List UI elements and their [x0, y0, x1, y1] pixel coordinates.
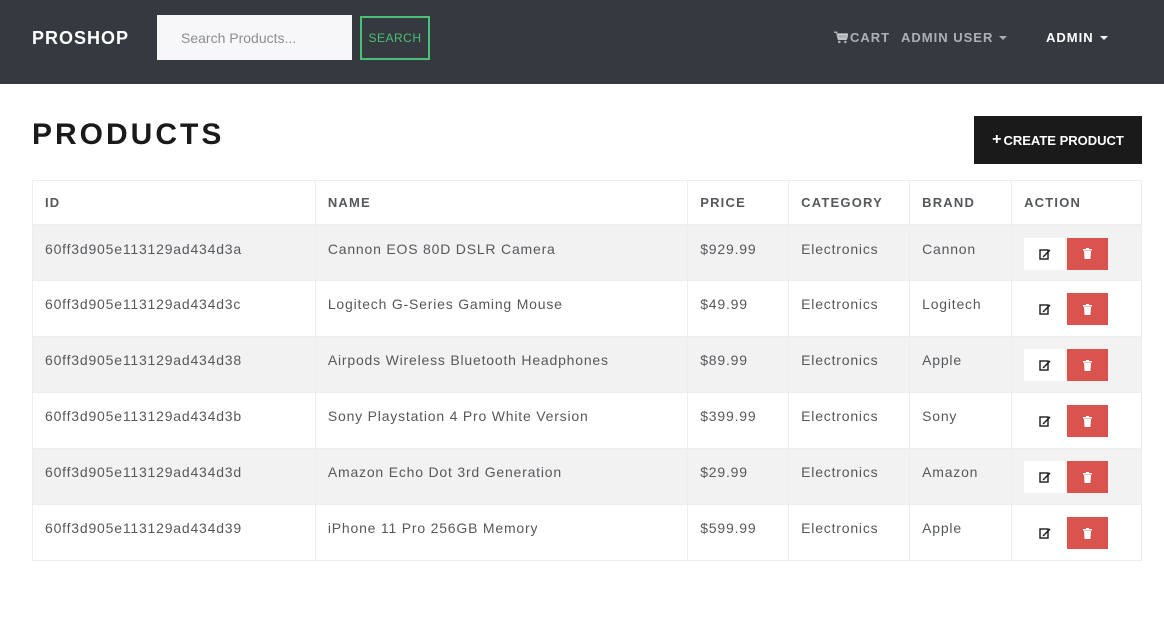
- cell-name: Cannon EOS 80D DSLR Camera: [314, 224, 689, 281]
- user-menu-dropdown[interactable]: ADMIN USER: [901, 30, 1008, 45]
- nav-cart-link[interactable]: CART: [834, 30, 890, 45]
- trash-icon: [1083, 471, 1093, 483]
- cell-category: Electronics: [788, 448, 911, 505]
- column-header-price: PRICE: [687, 180, 790, 226]
- table-row: 60ff3d905e113129ad434d3b Sony Playstation…: [32, 392, 1142, 449]
- cell-brand: Sony: [909, 392, 1013, 449]
- column-header-id: ID: [32, 180, 316, 226]
- delete-product-button[interactable]: [1067, 237, 1109, 270]
- cell-name: Sony Playstation 4 Pro White Version: [314, 392, 689, 449]
- column-header-name: NAME: [314, 180, 689, 226]
- cell-price: $49.99: [687, 280, 790, 337]
- edit-product-button[interactable]: [1024, 237, 1066, 270]
- cell-category: Electronics: [788, 336, 911, 393]
- user-menu-label: ADMIN USER: [901, 30, 994, 45]
- delete-product-button[interactable]: [1067, 293, 1109, 325]
- delete-product-button[interactable]: [1067, 405, 1109, 437]
- table-row: 60ff3d905e113129ad434d38 Airpods Wireless…: [32, 336, 1142, 393]
- edit-product-button[interactable]: [1024, 293, 1066, 325]
- cell-action: [1011, 336, 1142, 393]
- edit-product-button[interactable]: [1024, 405, 1066, 437]
- shopping-cart-icon: [834, 31, 848, 44]
- edit-product-button[interactable]: [1024, 461, 1066, 493]
- cell-brand: Apple: [909, 336, 1013, 393]
- create-product-label: CREATE PRODUCT: [1003, 132, 1124, 148]
- cell-brand: Apple: [909, 504, 1013, 561]
- cell-price: $599.99: [687, 504, 790, 561]
- table-row: 60ff3d905e113129ad434d3d Amazon Echo Dot …: [32, 448, 1142, 505]
- trash-icon: [1083, 359, 1093, 371]
- column-header-category: CATEGORY: [788, 180, 911, 226]
- edit-icon: [1038, 528, 1051, 539]
- cell-id: 60ff3d905e113129ad434d38: [32, 336, 316, 393]
- cell-id: 60ff3d905e113129ad434d3c: [32, 280, 316, 337]
- cell-name: iPhone 11 Pro 256GB Memory: [314, 504, 689, 561]
- cell-category: Electronics: [788, 280, 911, 337]
- edit-product-button[interactable]: [1024, 517, 1066, 549]
- cell-action: [1011, 392, 1142, 449]
- column-header-action: ACTION: [1011, 180, 1142, 226]
- delete-product-button[interactable]: [1067, 517, 1109, 549]
- cell-name: Logitech G-Series Gaming Mouse: [314, 280, 689, 337]
- nav-cart-label: CART: [850, 30, 891, 45]
- edit-icon: [1038, 416, 1051, 427]
- edit-icon: [1038, 248, 1051, 260]
- cell-id: 60ff3d905e113129ad434d39: [32, 504, 316, 561]
- cell-id: 60ff3d905e113129ad434d3b: [32, 392, 316, 449]
- trash-icon: [1083, 248, 1093, 259]
- cell-action: [1011, 224, 1142, 281]
- cell-name: Airpods Wireless Bluetooth Headphones: [314, 336, 689, 393]
- brand-logo[interactable]: PROSHOP: [32, 28, 129, 49]
- cell-action: [1011, 448, 1142, 505]
- delete-product-button[interactable]: [1067, 349, 1109, 381]
- cell-price: $29.99: [687, 448, 790, 505]
- admin-menu-dropdown[interactable]: ADMIN: [1046, 30, 1108, 45]
- cell-price: $399.99: [687, 392, 790, 449]
- products-table: ID NAME PRICE CATEGORY BRAND ACTION 60ff…: [32, 180, 1142, 561]
- table-header-row: ID NAME PRICE CATEGORY BRAND ACTION: [32, 180, 1142, 226]
- navbar: PROSHOP SEARCH CART ADMIN USER ADMIN: [0, 0, 1164, 84]
- cell-name: Amazon Echo Dot 3rd Generation: [314, 448, 689, 505]
- search-button[interactable]: SEARCH: [360, 16, 430, 60]
- create-product-button[interactable]: + CREATE PRODUCT: [974, 116, 1142, 164]
- plus-icon: +: [992, 131, 1002, 148]
- delete-product-button[interactable]: [1067, 461, 1109, 493]
- chevron-down-icon: [1099, 35, 1108, 40]
- trash-icon: [1083, 303, 1093, 315]
- column-header-brand: BRAND: [909, 180, 1013, 226]
- cell-category: Electronics: [788, 504, 911, 561]
- search-input[interactable]: [157, 15, 352, 60]
- table-row: 60ff3d905e113129ad434d39 iPhone 11 Pro 25…: [32, 504, 1142, 561]
- cell-price: $89.99: [687, 336, 790, 393]
- cell-action: [1011, 280, 1142, 337]
- chevron-down-icon: [999, 35, 1008, 40]
- table-body: 60ff3d905e113129ad434d3a Cannon EOS 80D D…: [32, 224, 1142, 561]
- cell-id: 60ff3d905e113129ad434d3d: [32, 448, 316, 505]
- edit-icon: [1038, 304, 1051, 315]
- table-row: 60ff3d905e113129ad434d3c Logitech G-Serie…: [32, 280, 1142, 337]
- edit-icon: [1038, 472, 1051, 483]
- cell-category: Electronics: [788, 224, 911, 281]
- edit-product-button[interactable]: [1024, 349, 1066, 381]
- cell-brand: Cannon: [909, 224, 1013, 281]
- cell-action: [1011, 504, 1142, 561]
- trash-icon: [1083, 527, 1093, 539]
- cell-price: $929.99: [687, 224, 790, 281]
- cell-id: 60ff3d905e113129ad434d3a: [32, 224, 316, 281]
- edit-icon: [1038, 360, 1051, 371]
- cell-brand: Amazon: [909, 448, 1013, 505]
- trash-icon: [1083, 415, 1093, 427]
- cell-brand: Logitech: [909, 280, 1013, 337]
- table-row: 60ff3d905e113129ad434d3a Cannon EOS 80D D…: [32, 224, 1142, 281]
- page-title: PRODUCTS: [32, 118, 225, 151]
- admin-menu-label: ADMIN: [1046, 30, 1094, 45]
- cell-category: Electronics: [788, 392, 911, 449]
